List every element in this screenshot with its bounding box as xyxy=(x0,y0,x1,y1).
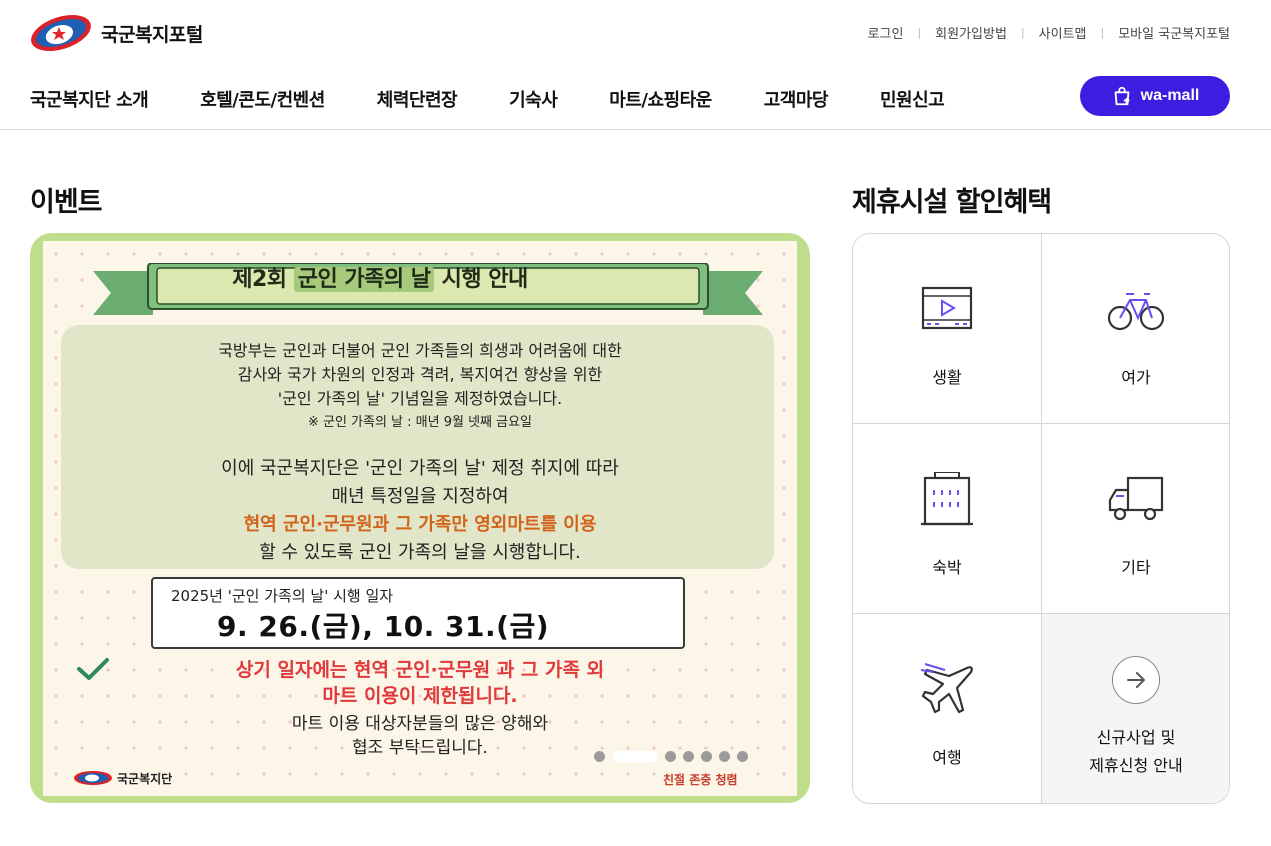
cta-line: 제휴신청 안내 xyxy=(1089,756,1183,775)
event-section-title: 이벤트 xyxy=(30,187,103,218)
util-separator: | xyxy=(1100,26,1105,39)
partner-other[interactable]: 기타 xyxy=(1042,424,1229,614)
slide-dot-5[interactable] xyxy=(701,751,712,762)
arrow-right-icon xyxy=(1112,656,1160,704)
partner-label: 여행 xyxy=(932,748,962,767)
partner-label: 생활 xyxy=(932,368,962,387)
partner-travel[interactable]: 여행 xyxy=(853,614,1041,803)
building-icon xyxy=(921,472,973,526)
grid-divider-vertical xyxy=(1041,234,1042,803)
mobile-portal-link[interactable]: 모바일 국군복지포털 xyxy=(1118,23,1230,42)
intro-note: ※ 군인 가족의 날 : 매년 9월 넷째 금요일 xyxy=(307,415,533,430)
footer-logo-text: 국군복지단 xyxy=(117,771,173,786)
cta-line: 신규사업 및 xyxy=(1096,728,1176,747)
footer-slogan: 친절 존중 청렴 xyxy=(663,773,738,787)
slide-dot-4[interactable] xyxy=(683,751,694,762)
login-link[interactable]: 로그인 xyxy=(868,23,904,42)
warning-line: 마트 이용이 제한됩니다. xyxy=(322,685,518,707)
partner-grid: 생활 여가 숙박 기타 여행 신규사업 및 제휴신청 안내 xyxy=(852,233,1230,804)
shopping-bag-icon xyxy=(1114,86,1129,106)
cta-label: 신규사업 및 제휴신청 안내 xyxy=(1042,724,1229,780)
airplane-icon xyxy=(920,663,973,714)
header-divider xyxy=(0,129,1271,130)
highlight-line: 현역 군인·군무원과 그 가족만 영외마트를 이용 xyxy=(243,514,597,535)
site-logo[interactable]: 국군복지포털 xyxy=(29,12,203,54)
grid-divider-horizontal xyxy=(853,613,1229,614)
partner-label: 기타 xyxy=(1121,558,1151,577)
slide-dot-1[interactable] xyxy=(594,751,605,762)
body-last-line: 할 수 있도록 군인 가족의 날을 시행합니다. xyxy=(259,542,581,563)
nav-complaint[interactable]: 민원신고 xyxy=(880,86,945,112)
slide-dot-7[interactable] xyxy=(737,751,748,762)
slide-dot-3[interactable] xyxy=(665,751,676,762)
event-banner[interactable]: 제2회 군인 가족의 날 시행 안내 국방부는 군인과 더불어 군인 가족들의 … xyxy=(30,233,810,803)
partner-leisure[interactable]: 여가 xyxy=(1042,234,1229,424)
nav-golf[interactable]: 체력단련장 xyxy=(377,86,458,112)
slide-dot-6[interactable] xyxy=(719,751,730,762)
signup-guide-link[interactable]: 회원가입방법 xyxy=(935,23,1007,42)
wa-mall-label: wa-mall xyxy=(1140,87,1200,104)
nav-about[interactable]: 국군복지단 소개 xyxy=(30,86,149,112)
wa-mall-button[interactable]: wa-mall xyxy=(1080,76,1230,116)
slide-pagination xyxy=(594,751,755,762)
date-value: 9. 26.(금), 10. 31.(금) xyxy=(217,610,550,643)
nav-hotel-condo[interactable]: 호텔/콘도/컨벤션 xyxy=(200,86,325,112)
intro-line: '군인 가족의 날' 기념일을 제정하였습니다. xyxy=(277,389,563,408)
truck-icon xyxy=(1108,476,1164,521)
banner-title-highlight: 군인 가족의 날 xyxy=(293,267,435,292)
date-box: 2025년 '군인 가족의 날' 시행 일자 9. 26.(금), 10. 31… xyxy=(151,577,685,649)
partner-living[interactable]: 생활 xyxy=(853,234,1041,424)
closing-line: 마트 이용 대상자분들의 많은 양해와 xyxy=(291,714,549,734)
partner-lodging[interactable]: 숙박 xyxy=(853,424,1041,614)
banner-title-suffix: 시행 안내 xyxy=(441,267,529,292)
banner-title-prefix: 제2회 xyxy=(232,267,287,292)
grid-divider-horizontal xyxy=(853,423,1229,424)
body-line: 매년 특정일을 지정하여 xyxy=(331,486,509,507)
banner-title: 제2회 군인 가족의 날 시행 안내 xyxy=(109,259,651,301)
nav-customer[interactable]: 고객마당 xyxy=(764,86,829,112)
util-separator: | xyxy=(917,26,922,39)
bicycle-icon xyxy=(1107,293,1165,331)
partner-section-title: 제휴시설 할인혜택 xyxy=(852,187,1052,218)
intro-line: 국방부는 군인과 더불어 군인 가족들의 희생과 어려움에 대한 xyxy=(218,341,622,360)
date-label: 2025년 '군인 가족의 날' 시행 일자 xyxy=(171,587,394,605)
nav-dormitory[interactable]: 기숙사 xyxy=(509,86,558,112)
logo-text: 국군복지포털 xyxy=(101,23,203,46)
warning-line: 상기 일자에는 현역 군인·군무원 과 그 가족 외 xyxy=(235,659,605,681)
event-banner-image: 제2회 군인 가족의 날 시행 안내 국방부는 군인과 더불어 군인 가족들의 … xyxy=(43,241,797,796)
video-play-icon xyxy=(921,286,973,330)
banner-footer-logo: 국군복지단 xyxy=(73,769,172,787)
partner-label: 숙박 xyxy=(932,558,962,577)
utility-links: 로그인 | 회원가입방법 | 사이트맵 | 모바일 국군복지포털 xyxy=(868,23,1230,42)
partner-label: 여가 xyxy=(1121,368,1151,387)
body-line: 이에 국군복지단은 '군인 가족의 날' 제정 취지에 따라 xyxy=(221,458,619,479)
mini-emblem-icon xyxy=(74,771,112,785)
intro-line: 감사와 국가 차원의 인정과 격려, 복지여건 향상을 위한 xyxy=(237,365,603,384)
logo-emblem-icon xyxy=(31,15,91,51)
util-separator: | xyxy=(1020,26,1025,39)
slide-dot-2-active[interactable] xyxy=(612,751,658,762)
main-navigation: 국군복지단 소개 호텔/콘도/컨벤션 체력단련장 기숙사 마트/쇼핑타운 고객마… xyxy=(30,86,945,112)
nav-mart[interactable]: 마트/쇼핑타운 xyxy=(609,86,712,112)
sitemap-link[interactable]: 사이트맵 xyxy=(1039,23,1087,42)
partnership-application-link[interactable]: 신규사업 및 제휴신청 안내 xyxy=(1042,614,1229,803)
